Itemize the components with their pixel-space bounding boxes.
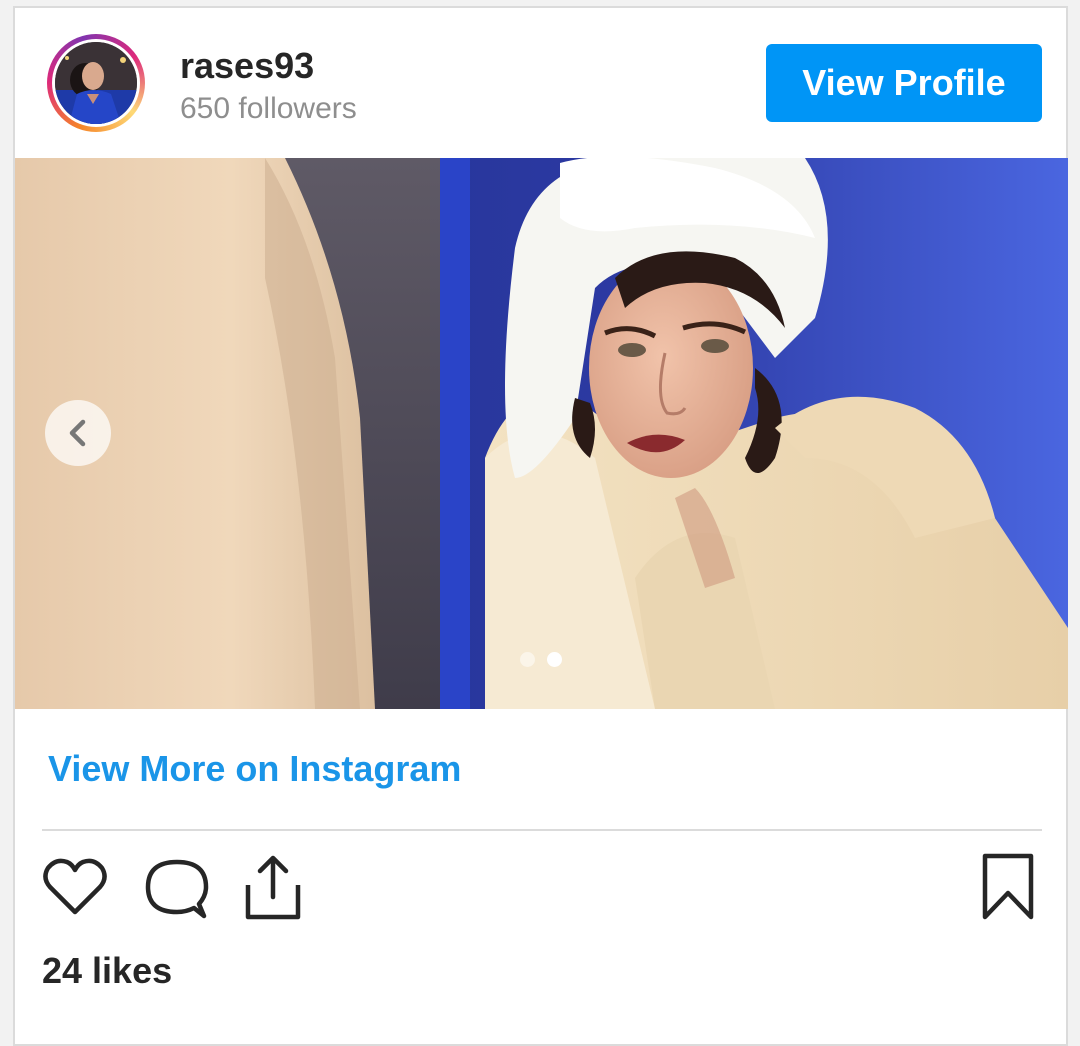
carousel-dot-2-active (547, 652, 562, 667)
post-media-carousel[interactable] (15, 158, 1068, 709)
instagram-embed-card: rases93 650 followers View Profile View … (13, 6, 1068, 1046)
like-count[interactable]: 24 likes (42, 950, 172, 992)
avatar-story-ring[interactable] (47, 34, 145, 132)
share-upload-icon (245, 855, 301, 920)
comment-button[interactable] (144, 856, 210, 927)
carousel-dot-1 (520, 652, 535, 667)
view-profile-button[interactable]: View Profile (766, 44, 1042, 122)
comment-bubble-icon (145, 859, 209, 919)
post-header: rases93 650 followers View Profile (15, 8, 1066, 158)
bookmark-icon (982, 853, 1034, 920)
divider (42, 829, 1042, 831)
heart-icon (43, 858, 107, 915)
share-button[interactable] (242, 853, 304, 926)
carousel-prev-button[interactable] (45, 400, 111, 466)
carousel-indicator (520, 652, 562, 667)
view-more-on-instagram-link[interactable]: View More on Instagram (48, 748, 461, 790)
post-image (15, 158, 1068, 709)
username[interactable]: rases93 (180, 45, 314, 87)
follower-count: 650 followers (180, 92, 357, 125)
chevron-left-icon (69, 419, 86, 447)
avatar (55, 42, 137, 124)
save-button[interactable] (981, 853, 1035, 926)
like-button[interactable] (42, 856, 108, 923)
